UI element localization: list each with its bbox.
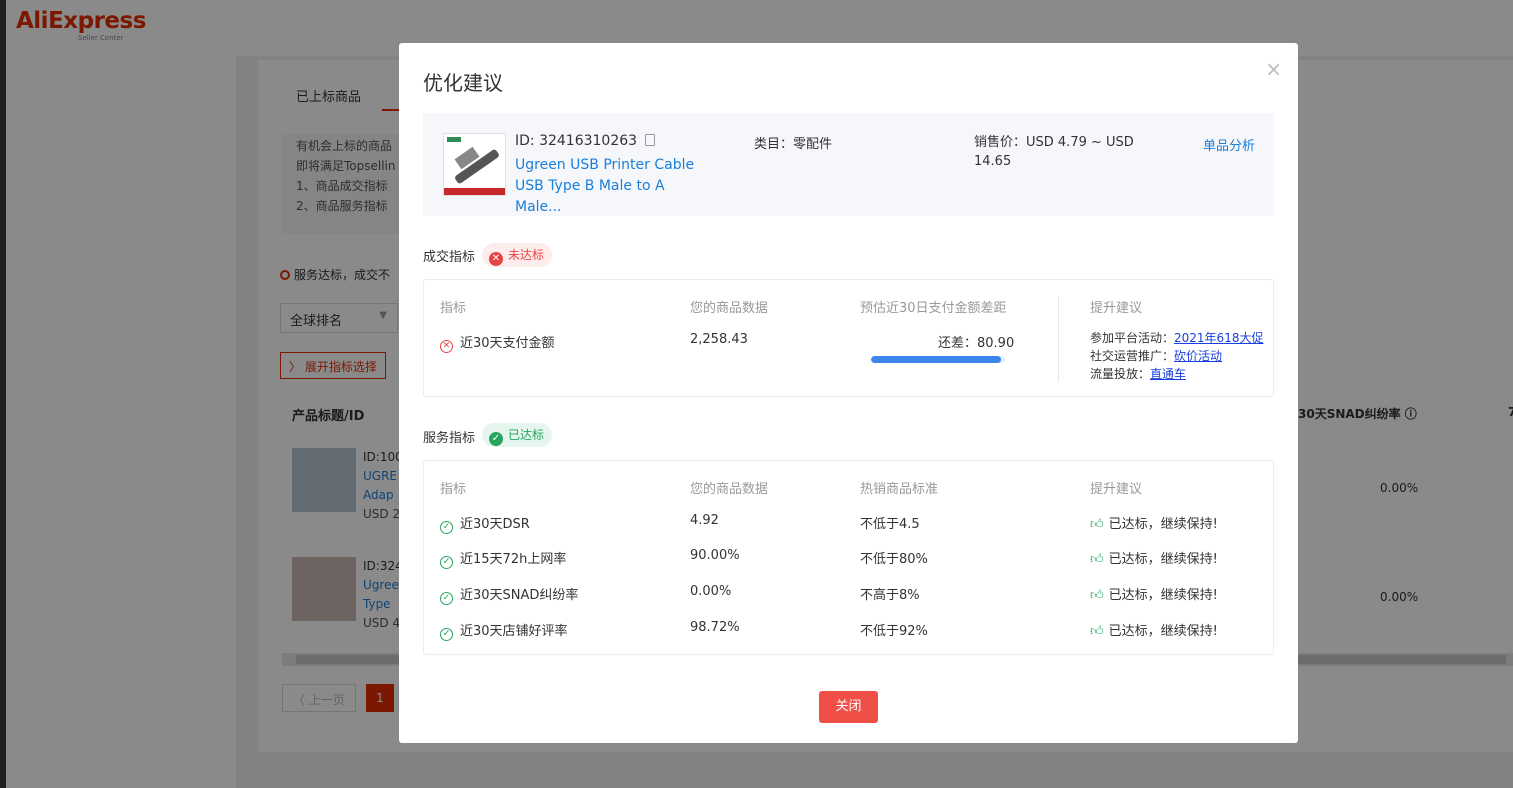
thumbs-up-icon: 👍︎ bbox=[1090, 624, 1104, 639]
service-metrics-table: 指标 您的商品数据 热销商品标准 提升建议 ✓ 近30天DSR 4.92 不低于4… bbox=[423, 460, 1274, 655]
metric-value: 98.72% bbox=[690, 620, 740, 635]
product-summary: ID: 32416310263 Ugreen USB Printer Cable… bbox=[423, 113, 1274, 216]
metric-name: ✕ 近30天支付金额 bbox=[440, 332, 555, 353]
suggestion-traffic: 流量投放：直通车 bbox=[1090, 367, 1187, 381]
product-price: 销售价：USD 4.79 ~ USD 14.65 bbox=[974, 135, 1134, 169]
check-circle-icon: ✓ bbox=[489, 432, 503, 446]
service-metrics-label: 服务指标 bbox=[423, 431, 476, 446]
metric-value: 0.00% bbox=[690, 584, 732, 599]
product-image bbox=[443, 133, 506, 196]
header-your-data: 您的商品数据 bbox=[690, 301, 769, 316]
metric-advice: 👍︎ 已达标，继续保持! bbox=[1090, 588, 1218, 603]
metric-standard: 不低于92% bbox=[860, 624, 928, 639]
close-icon[interactable]: × bbox=[1265, 57, 1282, 81]
check-icon: ✓ bbox=[440, 556, 453, 569]
metric-name: ✓ 近30天SNAD纠纷率 bbox=[440, 584, 578, 605]
header-your-data: 您的商品数据 bbox=[690, 482, 769, 497]
check-icon: ✓ bbox=[440, 521, 453, 534]
progress-fill bbox=[871, 356, 1001, 363]
thumbs-up-icon: 👍︎ bbox=[1090, 517, 1104, 532]
product-category: 类目：零配件 bbox=[754, 137, 833, 152]
modal-title: 优化建议 bbox=[423, 71, 503, 95]
divider bbox=[1058, 296, 1059, 382]
page: AliExpress Seller Center 已上标商品 有机会上标的商品 … bbox=[0, 0, 1513, 788]
status-badge-passed: ✓ 已达标 bbox=[482, 423, 553, 447]
check-icon: ✓ bbox=[440, 628, 453, 641]
metric-value: 90.00% bbox=[690, 548, 740, 563]
link-bargain-activity[interactable]: 砍价活动 bbox=[1174, 349, 1222, 363]
metric-advice: 👍︎ 已达标，继续保持! bbox=[1090, 517, 1218, 532]
metric-advice: 👍︎ 已达标，继续保持! bbox=[1090, 624, 1218, 639]
suggestion-social: 社交运营推广：砍价活动 bbox=[1090, 349, 1223, 363]
fail-icon: ✕ bbox=[440, 340, 453, 353]
metric-name: ✓ 近15天72h上网率 bbox=[440, 548, 566, 569]
link-direct-train[interactable]: 直通车 bbox=[1150, 367, 1186, 381]
product-id: ID: 32416310263 bbox=[515, 133, 656, 149]
header-gap: 预估近30日支付金额差距 bbox=[860, 301, 1007, 316]
single-product-analysis-link[interactable]: 单品分析 bbox=[1203, 135, 1255, 154]
optimization-modal: 优化建议 × ID: 32416310263 Ugreen USB Printe… bbox=[399, 43, 1298, 743]
suggestion-platform: 参加平台活动：2021年618大促 bbox=[1090, 331, 1264, 345]
header-advice: 提升建议 bbox=[1090, 482, 1143, 497]
close-button[interactable]: 关闭 bbox=[819, 691, 878, 723]
status-badge-failed: ✕ 未达标 bbox=[482, 243, 553, 267]
metric-standard: 不低于80% bbox=[860, 552, 928, 567]
gap-text: 还差：80.90 bbox=[938, 336, 1015, 351]
metric-name: ✓ 近30天DSR bbox=[440, 513, 530, 534]
link-618-promo[interactable]: 2021年618大促 bbox=[1174, 331, 1263, 345]
header-metric: 指标 bbox=[440, 482, 467, 497]
header-advice: 提升建议 bbox=[1090, 301, 1143, 316]
metric-advice: 👍︎ 已达标，继续保持! bbox=[1090, 552, 1218, 567]
close-circle-icon: ✕ bbox=[489, 252, 503, 266]
metric-standard: 不高于8% bbox=[860, 588, 920, 603]
metric-value: 2,258.43 bbox=[690, 332, 748, 347]
trade-metrics-table: 指标 您的商品数据 预估近30日支付金额差距 提升建议 ✕ 近30天支付金额 2,… bbox=[423, 279, 1274, 397]
thumbs-up-icon: 👍︎ bbox=[1090, 552, 1104, 567]
gap-progress-bar bbox=[871, 356, 1005, 363]
header-standard: 热销商品标准 bbox=[860, 482, 939, 497]
metric-standard: 不低于4.5 bbox=[860, 517, 920, 532]
product-title-link[interactable]: Ugreen USB Printer Cable USB Type B Male… bbox=[515, 155, 715, 218]
thumbs-up-icon: 👍︎ bbox=[1090, 588, 1104, 603]
metric-value: 4.92 bbox=[690, 513, 719, 528]
trade-metrics-label: 成交指标 bbox=[423, 250, 476, 265]
metric-name: ✓ 近30天店铺好评率 bbox=[440, 620, 568, 641]
copy-icon[interactable] bbox=[645, 134, 656, 146]
header-metric: 指标 bbox=[440, 301, 467, 316]
check-icon: ✓ bbox=[440, 592, 453, 605]
